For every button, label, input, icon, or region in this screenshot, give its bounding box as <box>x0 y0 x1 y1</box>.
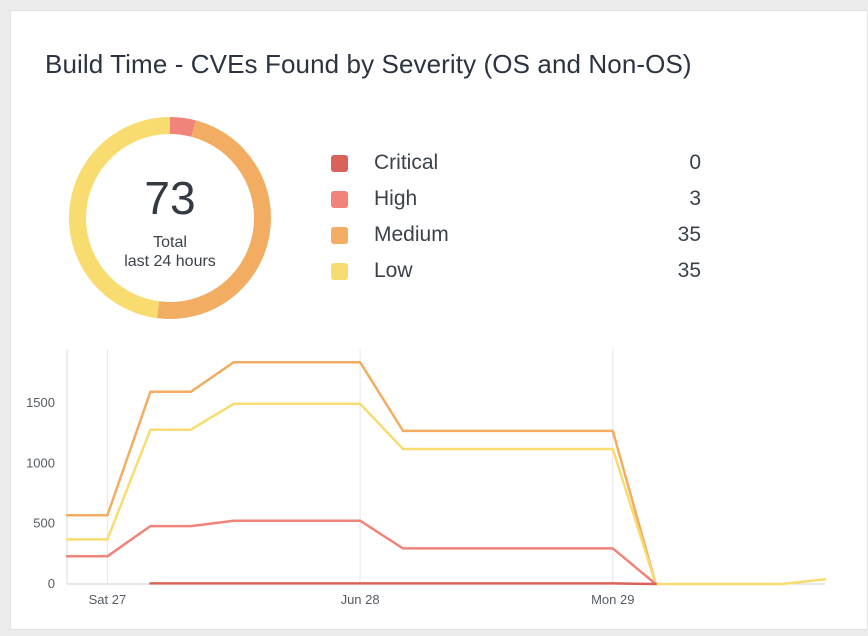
legend-value: 35 <box>677 223 701 246</box>
y-tick-label: 1000 <box>26 455 55 470</box>
cve-severity-card: Build Time - CVEs Found by Severity (OS … <box>10 10 868 630</box>
cve-trend-line-chart: Sat 27 Jun 28 Mon 29 0 500 1000 1500 <box>26 349 827 607</box>
y-tick-label: 500 <box>33 516 55 531</box>
legend-label: Low <box>374 259 413 282</box>
legend-swatch <box>331 155 348 172</box>
y-tick-label: 1500 <box>26 395 55 410</box>
donut-center: 73 Total last 24 hours <box>69 117 271 319</box>
card-title: Build Time - CVEs Found by Severity (OS … <box>45 49 692 79</box>
legend-label: Medium <box>374 223 449 246</box>
legend-item-critical[interactable]: Critical 0 <box>329 145 701 181</box>
legend-value: 35 <box>677 259 701 282</box>
legend-item-low[interactable]: Low 35 <box>329 253 701 289</box>
x-tick-label: Mon 29 <box>591 592 634 607</box>
legend-swatch <box>331 191 348 208</box>
severity-legend: Critical 0 High 3 Medium 35 Low 35 <box>329 145 701 289</box>
legend-swatch <box>331 227 348 244</box>
y-tick-label: 0 <box>48 576 55 591</box>
legend-value: 0 <box>689 151 701 174</box>
legend-label: High <box>374 187 418 210</box>
series-line-2 <box>65 519 657 586</box>
legend-value: 3 <box>689 187 701 210</box>
legend-label: Critical <box>374 151 439 174</box>
legend-swatch <box>331 263 348 280</box>
x-tick-label: Sat 27 <box>89 592 127 607</box>
series-line-3 <box>149 582 657 586</box>
legend-item-high[interactable]: High 3 <box>329 181 701 217</box>
total-label: Total <box>153 234 187 251</box>
x-tick-label: Jun 28 <box>341 592 380 607</box>
total-count: 73 <box>144 172 196 224</box>
period-label: last 24 hours <box>124 253 216 270</box>
legend-item-medium[interactable]: Medium 35 <box>329 217 701 253</box>
series-line-0 <box>65 360 657 586</box>
